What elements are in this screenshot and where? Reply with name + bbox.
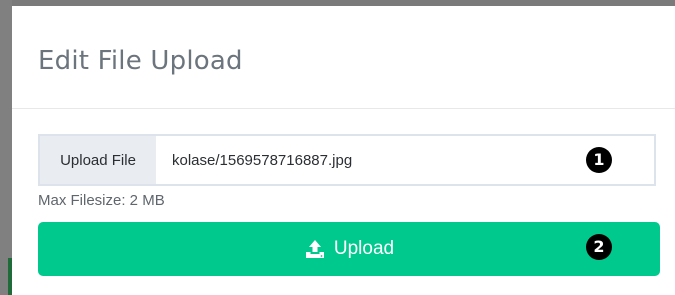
background-window-border-left bbox=[0, 0, 12, 295]
max-filesize-hint: Max Filesize: 2 MB bbox=[38, 192, 165, 209]
upload-icon bbox=[304, 238, 326, 260]
modal-title: Edit File Upload bbox=[38, 46, 243, 76]
upload-button[interactable]: Upload bbox=[38, 222, 660, 276]
annotation-marker-2: 2 bbox=[586, 234, 612, 260]
annotation-marker-1: 1 bbox=[586, 147, 612, 173]
edit-file-upload-modal: Edit File Upload Upload File kolase/1569… bbox=[12, 6, 675, 295]
upload-file-field[interactable]: Upload File kolase/1569578716887.jpg bbox=[38, 134, 656, 186]
modal-header: Edit File Upload bbox=[12, 6, 675, 109]
upload-file-value[interactable]: kolase/1569578716887.jpg bbox=[156, 136, 654, 184]
upload-file-label[interactable]: Upload File bbox=[40, 136, 156, 184]
page: Edit File Upload Upload File kolase/1569… bbox=[0, 0, 675, 295]
upload-button-label: Upload bbox=[333, 238, 395, 259]
